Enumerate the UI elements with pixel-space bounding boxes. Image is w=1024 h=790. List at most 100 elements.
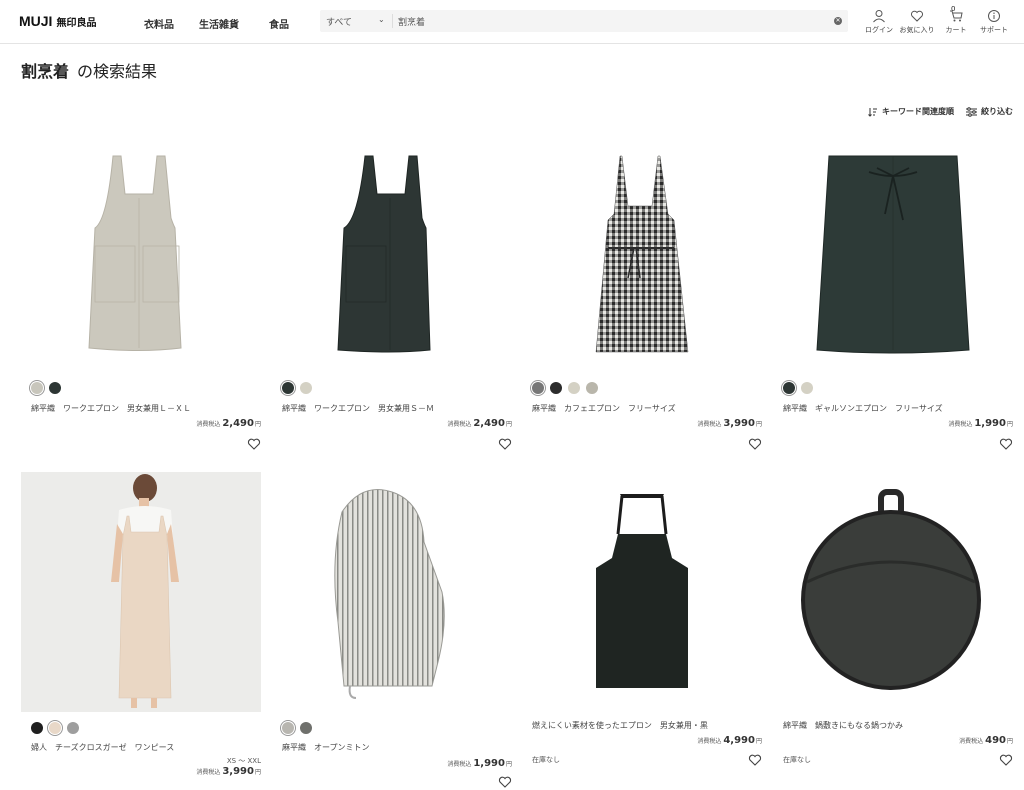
- product-card[interactable]: 婦人 チーズクロスガーゼ ワンピース XS ～ XXL 消費税込 3,990円: [21, 472, 261, 790]
- favorites-label: お気に入り: [899, 26, 935, 34]
- cart-count-badge: 0: [951, 5, 956, 13]
- filter-label: 絞り込む: [981, 107, 1013, 116]
- product-name[interactable]: 綿平織 ワークエプロン 男女兼用Ｓ－Ｍ: [282, 403, 434, 414]
- muji-logo[interactable]: MUJI 無印良品: [19, 13, 96, 29]
- color-swatch[interactable]: [586, 382, 598, 394]
- search-keyword: 割烹着: [21, 62, 70, 81]
- sort-icon: [868, 107, 877, 117]
- color-swatch[interactable]: [67, 722, 79, 734]
- product-image-dress-model[interactable]: [21, 472, 261, 712]
- price: 消費税込 2,490円: [447, 418, 512, 429]
- favorites-button[interactable]: お気に入り: [895, 8, 939, 35]
- heart-icon[interactable]: [748, 753, 762, 767]
- product-name[interactable]: 綿平織 ワークエプロン 男女兼用Ｌ－ＸＬ: [31, 403, 191, 414]
- product-name[interactable]: 麻平織 オープンミトン: [282, 742, 370, 753]
- tax-label: 消費税込: [447, 761, 472, 768]
- filter-icon: [966, 106, 977, 117]
- tax-label: 消費税込: [196, 421, 221, 428]
- heart-icon[interactable]: [999, 437, 1013, 451]
- price: 消費税込 3,990円: [196, 766, 261, 777]
- currency-label: 円: [505, 421, 512, 428]
- product-image-mitten[interactable]: [272, 472, 512, 712]
- currency-label: 円: [505, 761, 512, 768]
- color-swatch[interactable]: [300, 722, 312, 734]
- nav-clothing[interactable]: 衣料品: [144, 16, 174, 31]
- product-name[interactable]: 婦人 チーズクロスガーゼ ワンピース: [31, 742, 174, 753]
- color-swatch[interactable]: [783, 382, 795, 394]
- currency-label: 円: [1006, 421, 1013, 428]
- product-name[interactable]: 麻平織 カフェエプロン フリーサイズ: [532, 403, 676, 414]
- product-card[interactable]: 麻平織 オープンミトン 消費税込 1,990円: [272, 472, 512, 790]
- currency-label: 円: [755, 421, 762, 428]
- product-image-apron-black[interactable]: [522, 472, 762, 712]
- search-result-suffix: の検索結果: [77, 62, 158, 81]
- chevron-down-icon[interactable]: ⌄: [378, 15, 385, 24]
- tax-label: 消費税込: [447, 421, 472, 428]
- nav-household[interactable]: 生活雑貨: [199, 16, 239, 31]
- logo-text-en: MUJI: [19, 13, 53, 29]
- price: 消費税込 1,990円: [447, 758, 512, 769]
- color-swatch[interactable]: [282, 722, 294, 734]
- stock-status: 在庫なし: [532, 756, 560, 764]
- product-card[interactable]: 綿平織 ギャルソンエプロン フリーサイズ 消費税込 1,990円: [773, 128, 1013, 458]
- product-name[interactable]: 燃えにくい素材を使ったエプロン 男女兼用・黒: [532, 720, 708, 731]
- product-image-apron-beige[interactable]: [21, 128, 261, 368]
- currency-label: 円: [1006, 738, 1013, 745]
- heart-icon[interactable]: [247, 437, 261, 451]
- color-swatch[interactable]: [801, 382, 813, 394]
- product-image-potholder[interactable]: [773, 472, 1013, 712]
- tax-label: 消費税込: [959, 738, 984, 745]
- color-swatch[interactable]: [282, 382, 294, 394]
- color-swatch[interactable]: [568, 382, 580, 394]
- site-header: MUJI 無印良品 衣料品 生活雑貨 食品 すべて ⌄ ✕ ログイン お気に入り…: [0, 0, 1024, 44]
- product-card[interactable]: 麻平織 カフェエプロン フリーサイズ 消費税込 3,990円: [522, 128, 762, 458]
- sort-button[interactable]: キーワード関連度順: [868, 106, 954, 117]
- price-value: 3,990: [723, 418, 755, 429]
- clear-icon[interactable]: ✕: [834, 17, 842, 25]
- logo-text-jp: 無印良品: [56, 18, 97, 29]
- product-image-apron-garcon[interactable]: [773, 128, 1013, 368]
- color-swatch[interactable]: [532, 382, 544, 394]
- color-swatches: [31, 722, 79, 734]
- color-swatches: [282, 722, 312, 734]
- search-bar: すべて ⌄ ✕: [320, 10, 848, 32]
- price: 消費税込 2,490円: [196, 418, 261, 429]
- product-image-apron-gingham[interactable]: [522, 128, 762, 368]
- color-swatch[interactable]: [31, 722, 43, 734]
- heart-icon[interactable]: [748, 437, 762, 451]
- color-swatch[interactable]: [550, 382, 562, 394]
- price-value: 4,990: [723, 735, 755, 746]
- product-card[interactable]: 綿平織 ワークエプロン 男女兼用Ｌ－ＸＬ 消費税込 2,490円: [21, 128, 261, 458]
- heart-icon[interactable]: [999, 753, 1013, 767]
- search-divider: [392, 14, 393, 28]
- color-swatch[interactable]: [31, 382, 43, 394]
- product-name[interactable]: 綿平織 鍋敷きにもなる鍋つかみ: [783, 720, 903, 731]
- tax-label: 消費税込: [697, 421, 722, 428]
- color-swatch[interactable]: [49, 382, 61, 394]
- search-input[interactable]: [398, 13, 818, 29]
- sort-label: キーワード関連度順: [882, 107, 954, 116]
- product-card[interactable]: 綿平織 ワークエプロン 男女兼用Ｓ－Ｍ 消費税込 2,490円: [272, 128, 512, 458]
- product-image-apron-dark[interactable]: [272, 128, 512, 368]
- price: 消費税込 3,990円: [697, 418, 762, 429]
- color-swatch[interactable]: [49, 722, 61, 734]
- currency-label: 円: [254, 421, 261, 428]
- heart-icon[interactable]: [498, 775, 512, 789]
- color-swatches: [282, 382, 312, 394]
- heart-icon[interactable]: [498, 437, 512, 451]
- product-card[interactable]: 燃えにくい素材を使ったエプロン 男女兼用・黒 消費税込 4,990円 在庫なし: [522, 472, 762, 790]
- price: 消費税込 1,990円: [948, 418, 1013, 429]
- product-name[interactable]: 綿平織 ギャルソンエプロン フリーサイズ: [783, 403, 943, 414]
- nav-food[interactable]: 食品: [269, 16, 289, 31]
- filter-button[interactable]: 絞り込む: [966, 106, 1013, 117]
- product-card[interactable]: 綿平織 鍋敷きにもなる鍋つかみ 消費税込 490円 在庫なし: [773, 472, 1013, 790]
- price-value: 490: [985, 735, 1006, 746]
- price-value: 3,990: [222, 766, 254, 777]
- size-range: XS ～ XXL: [226, 757, 261, 765]
- support-button[interactable]: サポート: [972, 8, 1016, 35]
- currency-label: 円: [755, 738, 762, 745]
- color-swatches: [532, 382, 598, 394]
- search-category-select[interactable]: すべて: [326, 15, 352, 28]
- page-title: 割烹着 の検索結果: [21, 58, 157, 82]
- color-swatch[interactable]: [300, 382, 312, 394]
